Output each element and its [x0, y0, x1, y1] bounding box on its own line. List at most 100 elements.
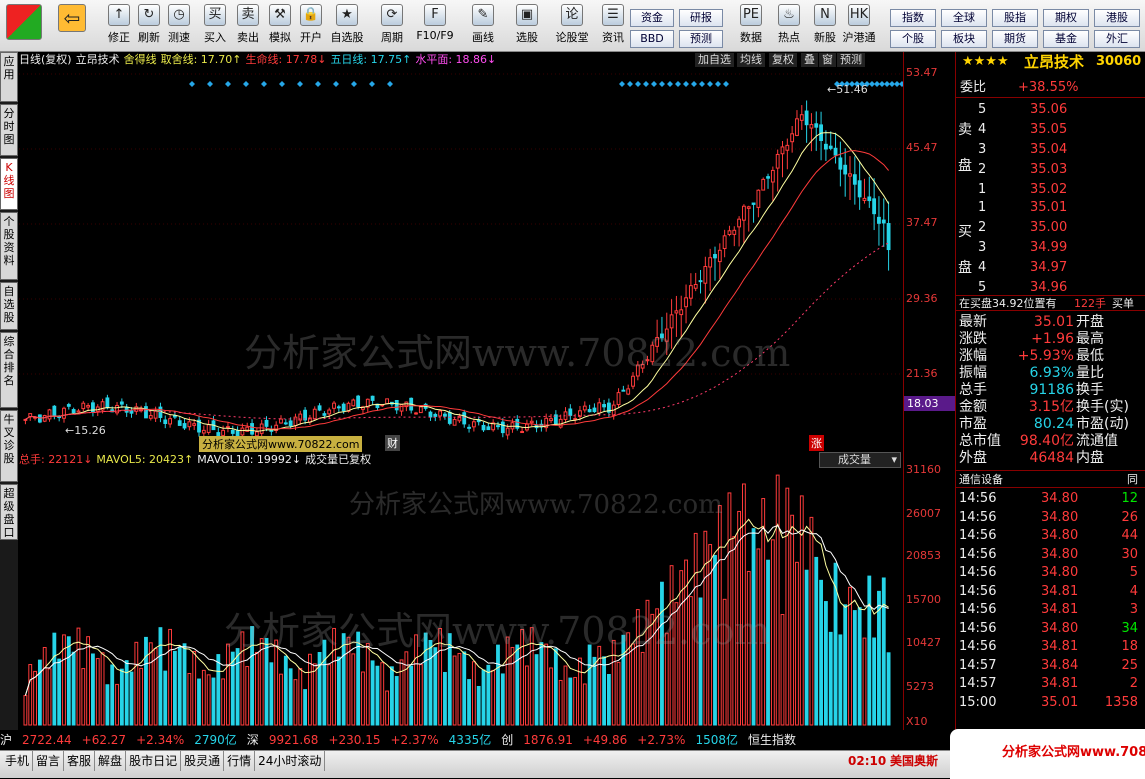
toolbar-button-label: 周期	[381, 31, 403, 44]
volume-bar	[279, 673, 283, 726]
volume-bar	[33, 670, 37, 726]
toolbar-button-label: 画线	[472, 31, 494, 44]
quote-right-label: 市盈(动)	[1076, 416, 1129, 432]
bottom-item[interactable]: 股市日记	[126, 751, 182, 771]
volume-info-item: MAVOL5: 20423↑	[96, 453, 194, 466]
toolbar-f10-button[interactable]: F F10/F9	[416, 4, 454, 50]
toolbar-newstock-button[interactable]: N 新股	[808, 4, 842, 50]
toolbar-clock-button[interactable]: ◷ 测速	[162, 4, 196, 50]
volume-bar	[95, 658, 100, 726]
volume-selector[interactable]: 成交量 ▾	[819, 452, 901, 468]
toolbar-up-arrow-button[interactable]: ↑ 修正	[102, 4, 136, 50]
volume-bar	[433, 647, 438, 726]
candle-body	[327, 409, 332, 415]
home-logo[interactable]	[4, 4, 44, 50]
tick-qty: 2	[1129, 676, 1138, 691]
high-label-value: 51.46	[836, 83, 868, 96]
volume-bar	[23, 695, 28, 726]
market-button[interactable]: 外汇	[1094, 30, 1140, 48]
toolbar-refresh-button[interactable]: ↻ 刷新	[132, 4, 166, 50]
kline-toolbar-button[interactable]: 加自选	[695, 53, 734, 67]
volume-bar	[197, 678, 201, 726]
toolbar-hk-button[interactable]: HK 沪港通	[842, 4, 876, 50]
kline-toolbar-button[interactable]: 预测	[837, 53, 865, 67]
bottom-item[interactable]: 行情	[224, 751, 256, 771]
bottom-item[interactable]: 客服	[64, 751, 96, 771]
bottom-item[interactable]: 留言	[33, 751, 65, 771]
status-item: 1876.91	[523, 733, 573, 747]
market-button[interactable]: 板块	[941, 30, 987, 48]
volume-bar	[770, 539, 775, 726]
toolbar-small-button[interactable]: 研报	[679, 9, 723, 27]
candle-body	[428, 411, 433, 418]
toolbar-lock-button[interactable]: 🔒 开户	[294, 4, 328, 50]
market-button[interactable]: 基金	[1043, 30, 1089, 48]
toolbar-news-button[interactable]: ☰ 资讯	[596, 4, 630, 50]
candle-body	[886, 223, 891, 251]
market-button[interactable]: 指数	[890, 9, 936, 27]
volume-panel[interactable]: 总手: 22121↓ MAVOL5: 20423↑ MAVOL10: 19992↓ 成…	[19, 450, 903, 730]
market-button[interactable]: 期货	[992, 30, 1038, 48]
tick-price: 34.80	[1041, 620, 1079, 636]
bottom-item[interactable]: 解盘	[95, 751, 127, 771]
candle-body	[462, 412, 467, 425]
volume-axis-label: 31160	[906, 463, 941, 476]
toolbar-monitor-button[interactable]: ▣ 选股	[510, 4, 544, 50]
toolbar-discuss-button[interactable]: 论论股堂	[555, 4, 589, 50]
market-button[interactable]: 期权	[1043, 9, 1089, 27]
price-axis-label: 45.47	[906, 141, 938, 154]
toolbar-star-button[interactable]: ★ 自选股	[330, 4, 364, 50]
market-button[interactable]: 个股	[890, 30, 936, 48]
market-button[interactable]: 全球	[941, 9, 987, 27]
toolbar-sell-button[interactable]: 卖卖出	[231, 4, 265, 50]
volume-bar	[881, 577, 886, 726]
volume-bar	[578, 657, 582, 726]
side-tab[interactable]: 自选股	[0, 282, 18, 330]
candle-body	[447, 411, 452, 424]
candle-body	[761, 178, 766, 191]
signal-marker	[297, 81, 303, 87]
toolbar-small-button[interactable]: BBD	[630, 30, 674, 48]
side-tab[interactable]: K线图	[0, 158, 18, 210]
kline-toolbar-button[interactable]: 窗	[819, 53, 836, 67]
candle-body	[573, 418, 578, 421]
candle-body	[703, 266, 708, 284]
toolbar-small-button[interactable]: 预测	[679, 30, 723, 48]
toolbar-button-label: 修正	[108, 31, 130, 44]
toolbar-fire-button[interactable]: ♨ 热点	[772, 4, 806, 50]
toolbar-small-button[interactable]: 资金	[630, 9, 674, 27]
tick-row: 14:56 34.80 30	[956, 546, 1145, 564]
signal-marker	[667, 81, 673, 87]
market-button[interactable]: 港股	[1094, 9, 1140, 27]
kline-toolbar-button[interactable]: 叠	[801, 53, 818, 67]
toolbar-hammer-button[interactable]: ⚒ 模拟	[263, 4, 297, 50]
volume-bar	[206, 674, 211, 726]
volume-bar	[71, 651, 76, 726]
kline-toolbar-button[interactable]: 均线	[737, 53, 765, 67]
side-tab[interactable]: 牛叉诊股	[0, 410, 18, 482]
side-tab[interactable]: 综合排名	[0, 332, 18, 408]
candle-body	[279, 418, 283, 424]
market-button[interactable]: 股指	[992, 9, 1038, 27]
kline-toolbar-button[interactable]: 复权	[769, 53, 797, 67]
candle-body	[370, 395, 375, 401]
toolbar-buy-button[interactable]: 买买入	[198, 4, 232, 50]
side-tab[interactable]: 分时图	[0, 104, 18, 156]
side-tab[interactable]: 应用	[0, 52, 18, 102]
quote-row: 总市值 98.40亿 流通值	[956, 433, 1145, 450]
toolbar-pen-button[interactable]: ✎ 画线	[466, 4, 500, 50]
side-tab[interactable]: 个股资料	[0, 212, 18, 280]
kline-panel[interactable]: 日线(复权) 立昂技术 舍得线 取舍线: 17.70↑ 生命线: 17.78↓ 五日线: …	[19, 52, 903, 452]
tick-qty: 34	[1121, 620, 1138, 636]
back-button[interactable]: ⇦	[56, 4, 88, 50]
bottom-item[interactable]: 手机	[2, 751, 34, 771]
candle-body	[727, 230, 732, 236]
signal-marker	[387, 81, 393, 87]
bottom-item[interactable]: 24小时滚动	[255, 751, 326, 771]
candle-body	[529, 420, 534, 424]
toolbar-pe-button[interactable]: PE 数据	[734, 4, 768, 50]
toolbar-cycle-button[interactable]: ⟳ 周期	[375, 4, 409, 50]
bottom-item[interactable]: 股灵通	[181, 751, 225, 771]
side-tab[interactable]: 超级盘口	[0, 484, 18, 540]
tick-row: 14:56 34.80 5	[956, 564, 1145, 582]
